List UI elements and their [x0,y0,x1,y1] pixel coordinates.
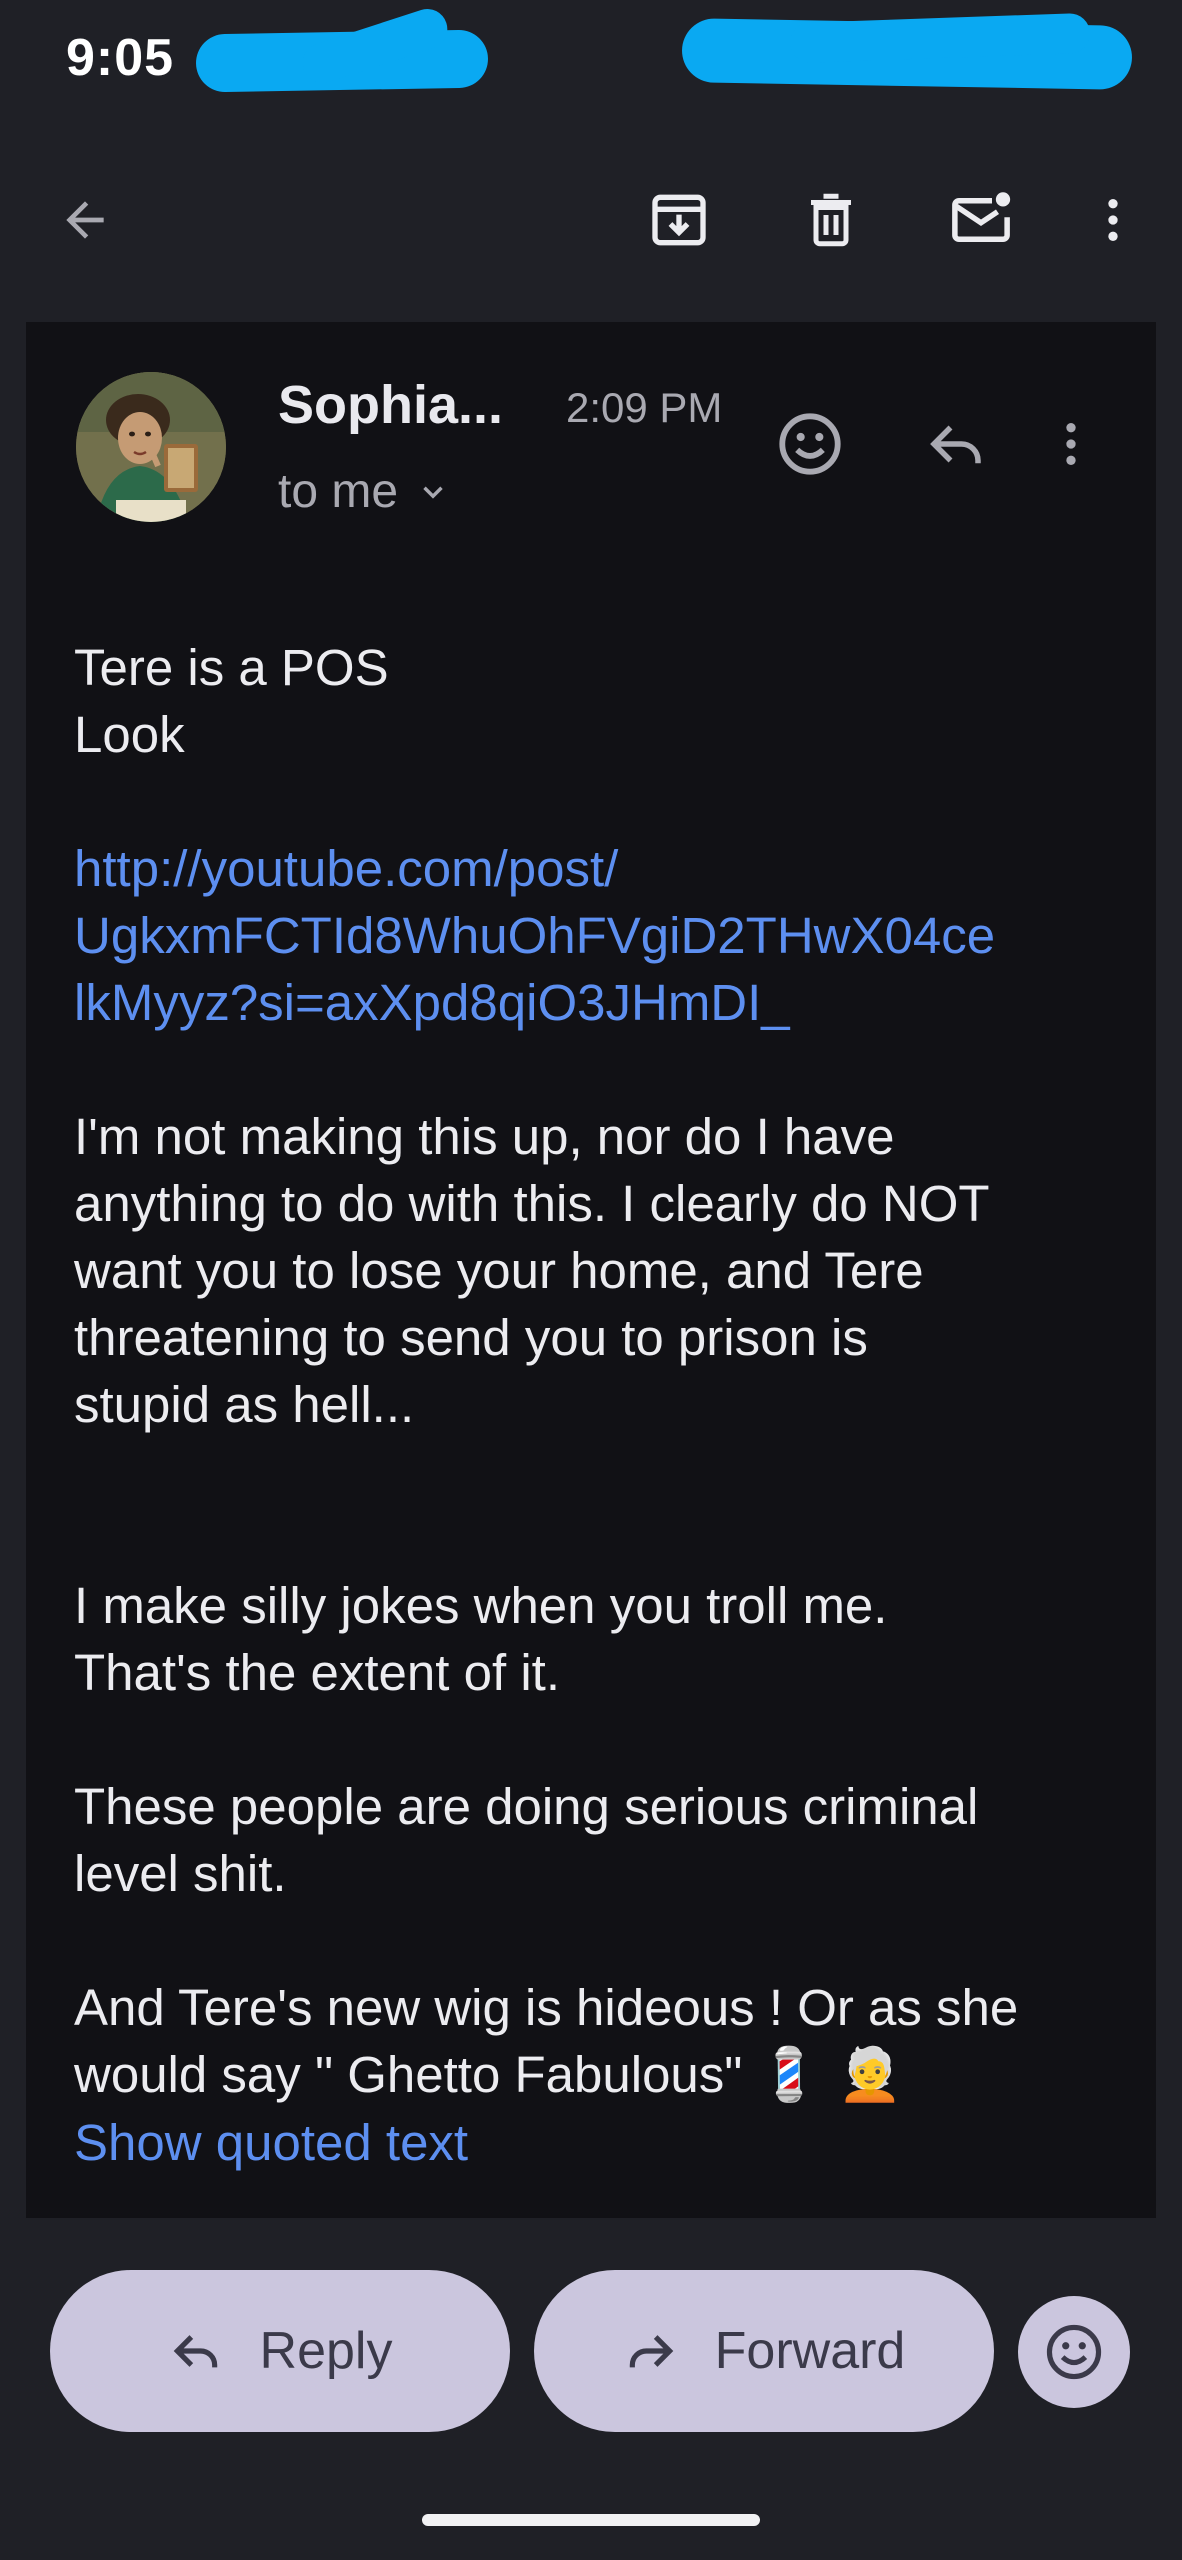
body-line: threatening to send you to prison is [74,1309,868,1366]
body-line: would say " Ghetto Fabulous" 💈 🧑‍🦳 [74,2041,1124,2109]
show-quoted-text-link[interactable]: Show quoted text [74,2109,1124,2176]
top-app-bar [0,160,1182,280]
link-line: lkMyyz?si=axXpd8qiO3JHmDI_ [74,974,790,1031]
body-line: And Tere's new wig is hideous ! Or as sh… [74,1979,1019,2036]
body-line-text: would say " Ghetto Fabulous" [74,2046,743,2103]
bottom-action-bar: Reply Forward [0,2218,1182,2560]
status-time: 9:05 [66,29,175,87]
message-body: Tere is a POS Look http://youtube.com/po… [74,634,1124,2176]
reply-icon [173,2335,217,2368]
body-line: Look [74,706,185,763]
delete-button[interactable] [776,160,886,280]
recipient-label: to me [278,465,399,518]
body-line: That's the extent of it. [74,1644,560,1701]
recipient-details-toggle[interactable]: to me [278,464,450,519]
home-indicator[interactable] [422,2514,760,2526]
reply-icon-button[interactable] [908,396,1004,492]
body-line: stupid as hell... [74,1376,415,1433]
forward-icon [629,2335,673,2368]
trash-icon [811,193,851,247]
portrait-image [76,372,226,522]
smiley-icon [779,413,841,475]
mail-unread-icon [952,192,1011,242]
reply-label: Reply [259,2322,393,2380]
body-line: anything to do with this. I clearly do N… [74,1175,990,1232]
reply-button[interactable]: Reply [50,2270,510,2432]
link-line: http://youtube.com/post/ [74,840,619,897]
sender-avatar[interactable] [76,372,226,522]
mark-unread-button[interactable] [926,160,1036,280]
sender-name[interactable]: Sophia... [278,374,503,436]
message-more-button[interactable] [1036,396,1106,492]
smiley-icon [1046,2324,1102,2380]
body-line: want you to lose your home, and Tere [74,1242,924,1299]
more-vert-icon [1066,423,1076,465]
emoji-barber-pole-person: 💈 🧑‍🦳 [756,2045,903,2105]
add-reaction-button[interactable] [762,396,858,492]
body-line: I make silly jokes when you troll me. [74,1577,888,1634]
forward-label: Forward [714,2322,906,2380]
body-line: level shit. [74,1845,287,1902]
youtube-link[interactable]: http://youtube.com/post/ UgkxmFCTId8WhuO… [74,835,1124,1036]
arrow-back-icon [66,201,104,239]
body-line: Tere is a POS [74,639,389,696]
body-line: I'm not making this up, nor do I have [74,1108,895,1165]
body-line: These people are doing serious criminal [74,1778,979,1835]
status-bar: 9:05 [0,0,1182,120]
back-button[interactable] [30,160,140,280]
forward-button[interactable]: Forward [534,2270,994,2432]
message-card: Sophia... 2:09 PM to me Tere is a POS Lo… [26,322,1156,2218]
archive-button[interactable] [624,160,734,280]
reply-icon [930,425,981,464]
more-vert-icon [1108,199,1118,241]
gmail-message-screen: 9:05 Sophia... 2:09 PM to me Tere is a P… [0,0,1182,2560]
message-time: 2:09 PM [566,384,723,431]
more-options-button[interactable] [1058,160,1168,280]
chevron-down-icon [423,486,443,499]
react-emoji-button[interactable] [1018,2296,1130,2408]
link-line: UgkxmFCTId8WhuOhFVgiD2THwX04ce [74,907,996,964]
archive-icon [652,194,706,246]
